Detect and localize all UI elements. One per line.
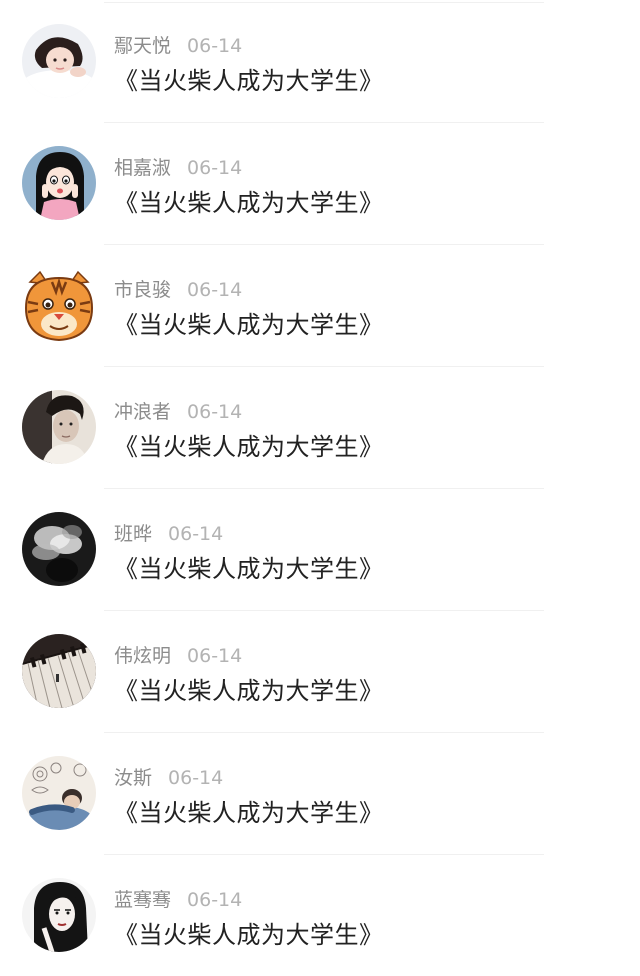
item-meta: 鄢天悦 06-14	[114, 32, 242, 60]
post-date: 06-14	[187, 401, 243, 423]
post-title[interactable]: 《当火柴人成为大学生》	[114, 796, 384, 830]
avatar[interactable]	[22, 512, 96, 586]
post-date: 06-14	[187, 889, 243, 911]
post-date: 06-14	[168, 767, 224, 789]
post-title[interactable]: 《当火柴人成为大学生》	[114, 308, 384, 342]
piano-avatar	[22, 634, 96, 708]
feed-item[interactable]: 相嘉淑 06-14 《当火柴人成为大学生》	[0, 122, 640, 245]
feed-item[interactable]: 班晔 06-14 《当火柴人成为大学生》	[0, 488, 640, 611]
avatar[interactable]	[22, 634, 96, 708]
author-name[interactable]: 冲浪者	[114, 401, 171, 423]
author-name[interactable]: 班晔	[114, 523, 152, 545]
feed-item[interactable]: 鄢天悦 06-14 《当火柴人成为大学生》	[0, 0, 640, 123]
post-date: 06-14	[168, 523, 224, 545]
feed-item[interactable]: 汝斯 06-14 《当火柴人成为大学生》	[0, 732, 640, 855]
post-title[interactable]: 《当火柴人成为大学生》	[114, 552, 384, 586]
cartoon-girl-avatar	[22, 146, 96, 220]
author-name[interactable]: 蓝骞骞	[114, 889, 171, 911]
item-meta: 汝斯 06-14	[114, 764, 223, 792]
feed-item[interactable]: 冲浪者 06-14 《当火柴人成为大学生》	[0, 366, 640, 489]
author-name[interactable]: 伟炫明	[114, 645, 171, 667]
author-name[interactable]: 相嘉淑	[114, 157, 171, 179]
post-date: 06-14	[187, 645, 243, 667]
author-name[interactable]: 汝斯	[114, 767, 152, 789]
avatar[interactable]	[22, 24, 96, 98]
avatar[interactable]	[22, 146, 96, 220]
post-title[interactable]: 《当火柴人成为大学生》	[114, 64, 384, 98]
author-name[interactable]: 鄢天悦	[114, 35, 171, 57]
post-date: 06-14	[187, 35, 243, 57]
item-meta: 班晔 06-14	[114, 520, 223, 548]
ink-girl-avatar	[22, 878, 96, 952]
tiger-avatar	[24, 270, 94, 342]
feed-item[interactable]: 市良骏 06-14 《当火柴人成为大学生》	[0, 244, 640, 367]
sleeping-boy-avatar	[22, 756, 96, 830]
avatar[interactable]	[22, 878, 96, 952]
smoke-avatar	[22, 512, 96, 586]
post-title[interactable]: 《当火柴人成为大学生》	[114, 918, 384, 952]
post-date: 06-14	[187, 279, 243, 301]
avatar[interactable]	[22, 756, 96, 830]
author-name[interactable]: 市良骏	[114, 279, 171, 301]
item-meta: 相嘉淑 06-14	[114, 154, 242, 182]
man-portrait-avatar	[22, 390, 96, 464]
girl-photo-avatar	[22, 24, 96, 98]
post-title[interactable]: 《当火柴人成为大学生》	[114, 430, 384, 464]
post-date: 06-14	[187, 157, 243, 179]
post-title[interactable]: 《当火柴人成为大学生》	[114, 674, 384, 708]
item-meta: 伟炫明 06-14	[114, 642, 242, 670]
item-meta: 市良骏 06-14	[114, 276, 242, 304]
item-meta: 冲浪者 06-14	[114, 398, 242, 426]
feed-item[interactable]: 蓝骞骞 06-14 《当火柴人成为大学生》	[0, 854, 640, 976]
item-meta: 蓝骞骞 06-14	[114, 886, 242, 914]
avatar[interactable]	[22, 390, 96, 464]
feed-item[interactable]: 伟炫明 06-14 《当火柴人成为大学生》	[0, 610, 640, 733]
post-title[interactable]: 《当火柴人成为大学生》	[114, 186, 384, 220]
avatar[interactable]	[22, 268, 96, 342]
